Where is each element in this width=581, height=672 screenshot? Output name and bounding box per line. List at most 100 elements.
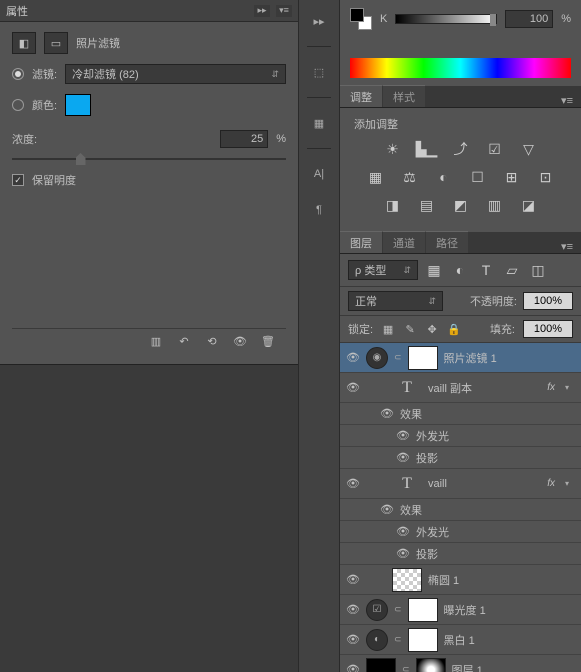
eye-icon[interactable]: 👁 xyxy=(346,633,360,647)
text-thumb[interactable]: T xyxy=(392,472,422,496)
eye-icon[interactable]: 👁 xyxy=(346,351,360,365)
filter-pixel-icon[interactable]: ▦ xyxy=(424,261,444,279)
bw-icon[interactable]: ◐ xyxy=(434,168,454,186)
filter-radio[interactable] xyxy=(12,68,24,80)
menu-icon[interactable]: ▾≡ xyxy=(276,5,292,17)
opacity-input[interactable]: 100% xyxy=(523,292,573,310)
color-swatch[interactable] xyxy=(65,94,91,116)
eye-icon[interactable]: 👁 xyxy=(380,503,394,517)
color-radio[interactable] xyxy=(12,99,24,111)
reset-icon[interactable]: ⟲ xyxy=(204,334,220,350)
lookup-icon[interactable]: ⊡ xyxy=(536,168,556,186)
fx-badge[interactable]: fx xyxy=(547,382,559,393)
panel-toggle-icon[interactable]: ▸▸ xyxy=(308,10,330,32)
fx-badge[interactable]: fx xyxy=(547,478,559,489)
mask-thumb[interactable] xyxy=(408,628,438,652)
adj-thumb[interactable]: ☑ xyxy=(366,599,388,621)
curves-icon[interactable]: ⤴ xyxy=(451,140,471,158)
mixer-icon[interactable]: ⊞ xyxy=(502,168,522,186)
filter-adj-icon[interactable]: ◐ xyxy=(450,261,470,279)
layer-effect-item[interactable]: 👁 投影 xyxy=(340,447,581,469)
visibility-icon[interactable]: 👁 xyxy=(232,334,248,350)
layer-effects-row[interactable]: 👁 效果 xyxy=(340,403,581,425)
fill-input[interactable]: 100% xyxy=(523,320,573,338)
preserve-luminosity-checkbox[interactable] xyxy=(12,174,24,186)
tab-channels[interactable]: 通道 xyxy=(383,231,425,253)
invert-icon[interactable]: ◨ xyxy=(383,196,403,214)
k-slider[interactable] xyxy=(395,14,497,24)
threshold-icon[interactable]: ◩ xyxy=(451,196,471,214)
lock-position-icon[interactable]: ✥ xyxy=(425,322,439,336)
adj-thumb[interactable]: ◐ xyxy=(366,629,388,651)
cube-icon[interactable]: ⬚ xyxy=(308,61,330,83)
filter-text-icon[interactable]: T xyxy=(476,261,496,279)
balance-icon[interactable]: ⚖ xyxy=(400,168,420,186)
shape-thumb[interactable] xyxy=(392,568,422,592)
layer-row[interactable]: 👁 ⊂ 图层 1 xyxy=(340,655,581,672)
selective-icon[interactable]: ◪ xyxy=(519,196,539,214)
prev-state-icon[interactable]: ↶ xyxy=(176,334,192,350)
mask-thumb[interactable] xyxy=(408,346,438,370)
trash-icon[interactable]: 🗑 xyxy=(260,334,276,350)
posterize-icon[interactable]: ▤ xyxy=(417,196,437,214)
filter-shape-icon[interactable]: ▱ xyxy=(502,261,522,279)
color-spectrum[interactable] xyxy=(350,58,571,78)
eye-icon[interactable]: 👁 xyxy=(346,573,360,587)
filter-kind-dropdown[interactable]: ρ 类型⇵ xyxy=(348,260,418,280)
density-input[interactable]: 25 xyxy=(220,130,268,148)
layer-effects-row[interactable]: 👁 效果 xyxy=(340,499,581,521)
slider-thumb[interactable] xyxy=(76,153,86,165)
exposure-icon[interactable]: ☑ xyxy=(485,140,505,158)
levels-icon[interactable]: ▙▁ xyxy=(417,140,437,158)
tab-adjustments[interactable]: 调整 xyxy=(340,85,382,107)
fx-toggle-icon[interactable]: ▾ xyxy=(565,479,575,488)
fx-toggle-icon[interactable]: ▾ xyxy=(565,383,575,392)
clip-icon[interactable]: ▥ xyxy=(148,334,164,350)
tab-styles[interactable]: 样式 xyxy=(383,85,425,107)
layer-row[interactable]: 👁 T vaill fx ▾ xyxy=(340,469,581,499)
eye-icon[interactable]: 👁 xyxy=(346,381,360,395)
eye-icon[interactable]: 👁 xyxy=(346,477,360,491)
eye-icon[interactable]: 👁 xyxy=(346,663,360,672)
vibrance-icon[interactable]: ▽ xyxy=(519,140,539,158)
layer-row[interactable]: 👁 T vaill 副本 fx ▾ xyxy=(340,373,581,403)
eye-icon[interactable]: 👁 xyxy=(396,429,410,443)
mask-thumb[interactable] xyxy=(408,598,438,622)
lock-pixels-icon[interactable]: ✎ xyxy=(403,322,417,336)
layer-row[interactable]: 👁 椭圆 1 xyxy=(340,565,581,595)
layer-row[interactable]: 👁 ☑ ⊂ 曝光度 1 xyxy=(340,595,581,625)
fg-bg-swatch[interactable] xyxy=(350,8,372,30)
tab-paths[interactable]: 路径 xyxy=(426,231,468,253)
tab-layers[interactable]: 图层 xyxy=(340,231,382,253)
gradient-icon[interactable]: ▥ xyxy=(485,196,505,214)
k-value[interactable]: 100 xyxy=(505,10,553,28)
layers-menu-icon[interactable]: ▾≡ xyxy=(553,240,581,253)
eye-icon[interactable]: 👁 xyxy=(396,547,410,561)
collapse-icon[interactable]: ▸▸ xyxy=(254,5,270,17)
filter-smart-icon[interactable]: ◫ xyxy=(528,261,548,279)
eye-icon[interactable]: 👁 xyxy=(346,603,360,617)
layer-effect-item[interactable]: 👁 投影 xyxy=(340,543,581,565)
layer-row[interactable]: 👁 ◐ ⊂ 黑白 1 xyxy=(340,625,581,655)
brightness-icon[interactable]: ☀ xyxy=(383,140,403,158)
text-thumb[interactable]: T xyxy=(392,376,422,400)
pixel-thumb[interactable] xyxy=(366,658,396,672)
eye-icon[interactable]: 👁 xyxy=(396,451,410,465)
filter-dropdown[interactable]: 冷却滤镜 (82) ⇵ xyxy=(65,64,286,84)
swatches-icon[interactable]: ▦ xyxy=(308,112,330,134)
density-slider[interactable] xyxy=(12,158,286,160)
layer-effect-item[interactable]: 👁 外发光 xyxy=(340,425,581,447)
layer-row[interactable]: 👁 ◉ ⊂ 照片滤镜 1 xyxy=(340,343,581,373)
blend-mode-dropdown[interactable]: 正常⇵ xyxy=(348,291,443,311)
eye-icon[interactable]: 👁 xyxy=(396,525,410,539)
photo-filter-icon[interactable]: ☐ xyxy=(468,168,488,186)
lock-trans-icon[interactable]: ▦ xyxy=(381,322,395,336)
lock-all-icon[interactable]: 🔒 xyxy=(447,322,461,336)
adj-thumb[interactable]: ◉ xyxy=(366,347,388,369)
mask-thumb[interactable] xyxy=(416,658,446,672)
hue-icon[interactable]: ▦ xyxy=(366,168,386,186)
paragraph-icon[interactable]: ¶ xyxy=(308,199,330,221)
character-icon[interactable]: A| xyxy=(308,163,330,185)
panel-menu-icon[interactable]: ▾≡ xyxy=(553,94,581,107)
eye-icon[interactable]: 👁 xyxy=(380,407,394,421)
